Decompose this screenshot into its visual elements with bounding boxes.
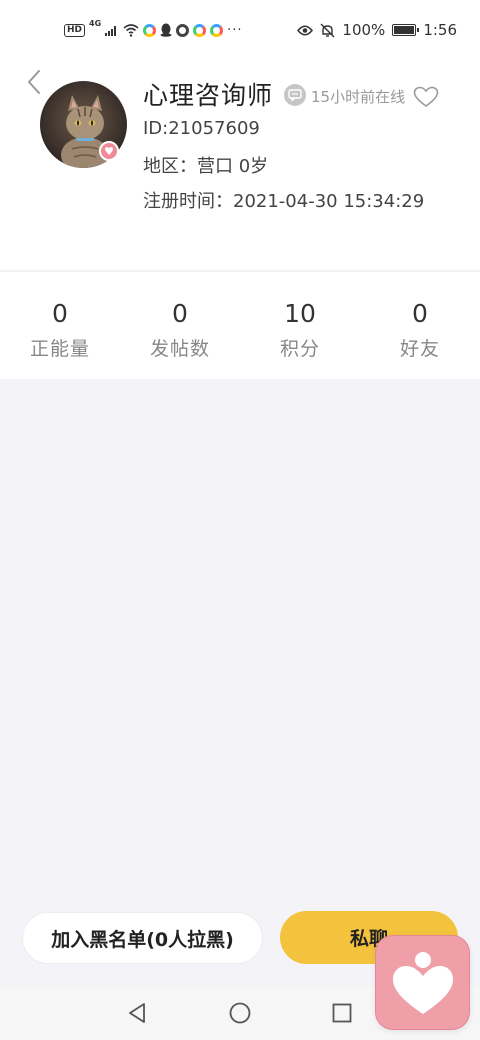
heart-badge-icon: ♥ (99, 141, 119, 161)
stat-points[interactable]: 10 积分 (240, 272, 360, 379)
stat-value: 10 (284, 299, 316, 328)
stat-value: 0 (172, 299, 188, 328)
status-left: HD 4G ··· (64, 20, 243, 40)
message-bubble-icon (284, 84, 306, 106)
app-notification-icon (193, 23, 207, 37)
stat-posts[interactable]: 0 发帖数 (120, 272, 240, 379)
clock: 1:56 (423, 21, 457, 39)
network-type: 4G (89, 19, 102, 28)
heart-outline-icon (413, 86, 439, 107)
status-bar: HD 4G ··· 100% 1:56 (0, 0, 480, 60)
app-notification-icon (210, 23, 224, 37)
stat-value: 0 (412, 299, 428, 328)
stat-friends[interactable]: 0 好友 (360, 272, 480, 379)
stats-row: 0 正能量 0 发帖数 10 积分 0 好友 (0, 271, 480, 379)
app-notification-icon (176, 23, 190, 37)
stat-value: 0 (52, 299, 68, 328)
app-notification-icon (143, 23, 157, 37)
eye-icon (297, 25, 314, 35)
follow-button[interactable] (413, 86, 439, 108)
chevron-left-icon (28, 70, 40, 94)
stat-label: 好友 (399, 338, 440, 360)
blacklist-button[interactable]: 加入黑名单(0人拉黑) (22, 912, 263, 964)
wifi-icon (123, 23, 139, 37)
square-recent-icon[interactable] (332, 1003, 352, 1023)
user-id: ID:21057609 (143, 118, 260, 139)
hd-badge: HD (64, 23, 86, 37)
mute-bell-icon (320, 23, 335, 37)
battery-icon (392, 24, 420, 36)
back-button[interactable] (20, 68, 48, 96)
signal-icon (105, 26, 117, 36)
user-name: 心理咨询师 (143, 81, 274, 110)
user-area: 地区：营口 0岁 (143, 156, 269, 177)
stat-label: 正能量 (29, 338, 90, 360)
circle-home-icon[interactable] (229, 1002, 251, 1024)
status-right: 100% 1:56 (297, 20, 457, 40)
triangle-back-icon[interactable] (126, 1002, 148, 1024)
register-time: 注册时间：2021-04-30 15:34:29 (143, 191, 425, 212)
more-notifications: ··· (227, 22, 243, 38)
floating-app-button[interactable] (375, 935, 470, 1030)
battery-percent: 100% (342, 21, 386, 39)
profile-page: HD 4G ··· 100% 1:56 ♥ 心理咨询师 15小时前在线 ID:2… (0, 0, 480, 1040)
heart-person-icon (392, 951, 453, 1014)
stat-positive-energy[interactable]: 0 正能量 (0, 272, 120, 379)
stat-label: 积分 (279, 338, 320, 360)
qq-icon (160, 23, 172, 37)
battery-level (394, 26, 415, 34)
online-status: 15小时前在线 (311, 88, 406, 106)
stat-label: 发帖数 (149, 338, 210, 360)
